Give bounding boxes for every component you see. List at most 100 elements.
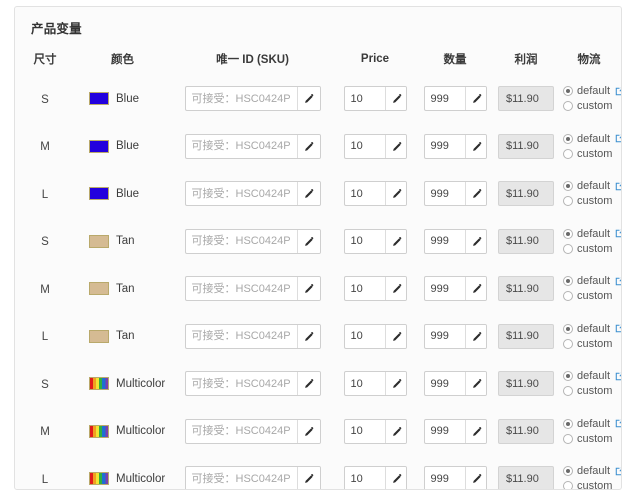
quantity-edit-button[interactable] <box>464 372 486 396</box>
sku-input-group[interactable] <box>184 228 321 254</box>
shipping-external-link-button[interactable] <box>615 229 621 238</box>
radio-custom[interactable] <box>563 433 573 444</box>
shipping-option-default[interactable]: default <box>563 465 621 477</box>
radio-custom[interactable] <box>563 481 573 489</box>
radio-custom[interactable] <box>563 196 573 207</box>
price-input[interactable] <box>344 419 385 443</box>
price-input[interactable] <box>344 372 385 396</box>
radio-default[interactable] <box>563 86 573 97</box>
shipping-option-custom[interactable]: custom <box>563 480 612 489</box>
sku-edit-button[interactable] <box>296 229 320 253</box>
quantity-input[interactable] <box>424 87 465 111</box>
quantity-input[interactable] <box>424 324 465 348</box>
sku-edit-button[interactable] <box>296 87 320 111</box>
price-input-group[interactable] <box>343 371 407 397</box>
price-input-group[interactable] <box>343 466 407 489</box>
price-input[interactable] <box>344 324 385 348</box>
sku-edit-button[interactable] <box>296 372 320 396</box>
radio-default[interactable] <box>563 181 573 192</box>
quantity-input[interactable] <box>424 134 465 158</box>
quantity-edit-button[interactable] <box>464 277 486 301</box>
sku-input[interactable] <box>185 182 297 206</box>
radio-default[interactable] <box>563 228 573 239</box>
sku-input[interactable] <box>185 419 297 443</box>
shipping-option-custom[interactable]: custom <box>563 338 612 350</box>
quantity-edit-button[interactable] <box>464 87 486 111</box>
quantity-edit-button[interactable] <box>464 419 486 443</box>
quantity-input-group[interactable] <box>423 466 487 489</box>
quantity-input[interactable] <box>424 372 465 396</box>
shipping-option-custom[interactable]: custom <box>563 433 612 445</box>
shipping-option-custom[interactable]: custom <box>563 148 612 160</box>
price-edit-button[interactable] <box>384 229 406 253</box>
quantity-edit-button[interactable] <box>464 229 486 253</box>
quantity-input-group[interactable] <box>423 371 487 397</box>
sku-input-group[interactable] <box>184 86 321 112</box>
price-edit-button[interactable] <box>384 182 406 206</box>
shipping-option-custom[interactable]: custom <box>563 243 612 255</box>
radio-custom[interactable] <box>563 148 573 159</box>
price-edit-button[interactable] <box>384 372 406 396</box>
price-input-group[interactable] <box>343 133 407 159</box>
quantity-input[interactable] <box>424 467 465 489</box>
price-input-group[interactable] <box>343 228 407 254</box>
sku-input[interactable] <box>185 324 297 348</box>
shipping-external-link-button[interactable] <box>615 372 621 381</box>
sku-input[interactable] <box>185 277 297 301</box>
sku-edit-button[interactable] <box>296 182 320 206</box>
shipping-external-link-button[interactable] <box>615 277 621 286</box>
shipping-option-custom[interactable]: custom <box>563 195 612 207</box>
sku-input[interactable] <box>185 229 297 253</box>
sku-input-group[interactable] <box>184 466 321 489</box>
price-input-group[interactable] <box>343 276 407 302</box>
radio-default[interactable] <box>563 466 573 477</box>
shipping-option-default[interactable]: default <box>563 323 621 335</box>
shipping-option-default[interactable]: default <box>563 85 621 97</box>
radio-custom[interactable] <box>563 386 573 397</box>
shipping-option-default[interactable]: default <box>563 370 621 382</box>
sku-input[interactable] <box>185 467 297 489</box>
sku-edit-button[interactable] <box>296 324 320 348</box>
price-input-group[interactable] <box>343 323 407 349</box>
radio-default[interactable] <box>563 371 573 382</box>
quantity-input-group[interactable] <box>423 181 487 207</box>
quantity-input-group[interactable] <box>423 323 487 349</box>
quantity-edit-button[interactable] <box>464 182 486 206</box>
quantity-input-group[interactable] <box>423 228 487 254</box>
radio-custom[interactable] <box>563 291 573 302</box>
price-edit-button[interactable] <box>384 134 406 158</box>
shipping-external-link-button[interactable] <box>615 87 621 96</box>
quantity-input-group[interactable] <box>423 86 487 112</box>
sku-input-group[interactable] <box>184 323 321 349</box>
price-input[interactable] <box>344 182 385 206</box>
shipping-option-default[interactable]: default <box>563 228 621 240</box>
sku-input-group[interactable] <box>184 133 321 159</box>
price-input[interactable] <box>344 134 385 158</box>
quantity-input-group[interactable] <box>423 418 487 444</box>
price-input-group[interactable] <box>343 181 407 207</box>
radio-default[interactable] <box>563 133 573 144</box>
radio-default[interactable] <box>563 323 573 334</box>
shipping-external-link-button[interactable] <box>615 182 621 191</box>
quantity-input[interactable] <box>424 419 465 443</box>
sku-input-group[interactable] <box>184 371 321 397</box>
sku-input-group[interactable] <box>184 276 321 302</box>
quantity-edit-button[interactable] <box>464 134 486 158</box>
quantity-edit-button[interactable] <box>464 324 486 348</box>
quantity-input-group[interactable] <box>423 276 487 302</box>
sku-edit-button[interactable] <box>296 277 320 301</box>
sku-input-group[interactable] <box>184 418 321 444</box>
shipping-option-default[interactable]: default <box>563 180 621 192</box>
quantity-input[interactable] <box>424 277 465 301</box>
shipping-option-default[interactable]: default <box>563 275 621 287</box>
sku-edit-button[interactable] <box>296 134 320 158</box>
price-input-group[interactable] <box>343 418 407 444</box>
price-input-group[interactable] <box>343 86 407 112</box>
price-edit-button[interactable] <box>384 467 406 489</box>
price-edit-button[interactable] <box>384 419 406 443</box>
price-edit-button[interactable] <box>384 324 406 348</box>
shipping-option-custom[interactable]: custom <box>563 100 612 112</box>
quantity-input[interactable] <box>424 229 465 253</box>
quantity-edit-button[interactable] <box>464 467 486 489</box>
sku-input[interactable] <box>185 134 297 158</box>
